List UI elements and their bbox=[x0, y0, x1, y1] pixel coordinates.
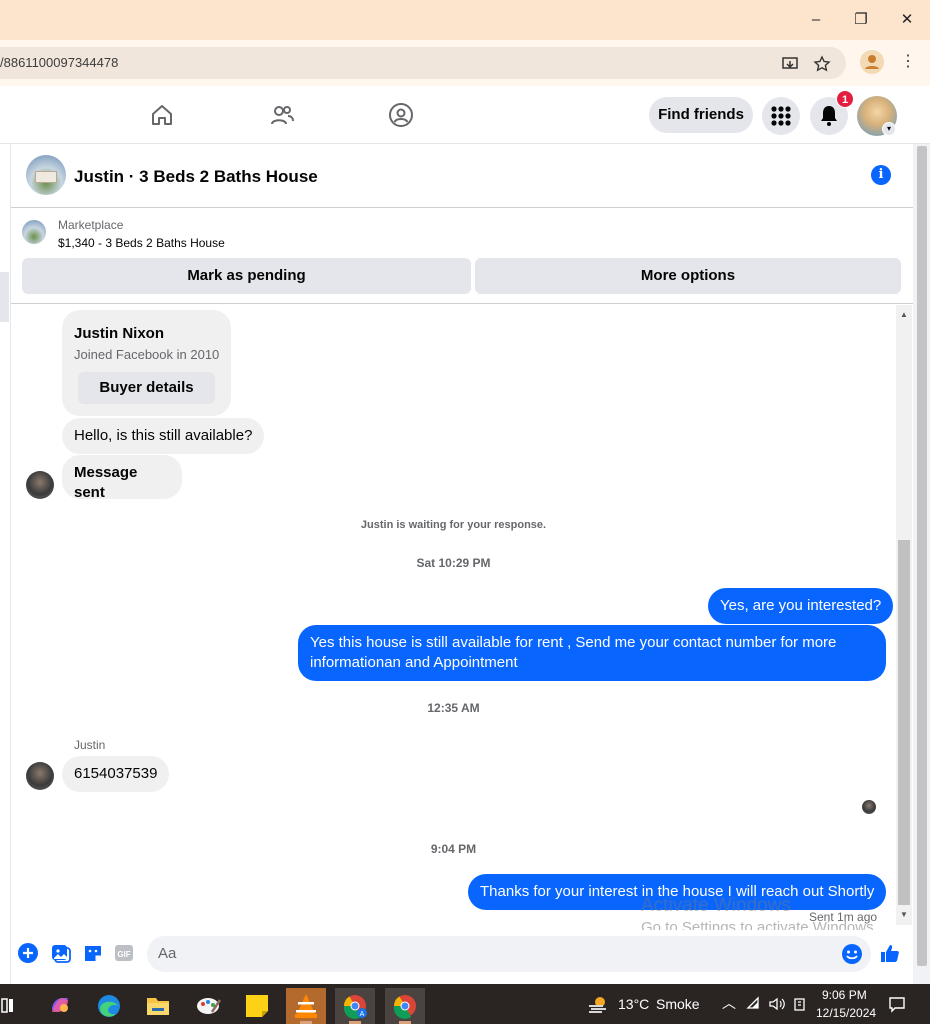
message-incoming[interactable]: 6154037539 bbox=[62, 756, 170, 792]
bookmark-star-icon[interactable] bbox=[813, 55, 831, 73]
message-outgoing[interactable]: Yes this house is still available for re… bbox=[298, 625, 886, 681]
scroll-down-arrow-icon[interactable]: ▼ bbox=[898, 909, 910, 921]
info-icon[interactable]: i bbox=[871, 165, 891, 185]
timestamp: 9:04 PM bbox=[430, 842, 477, 856]
background-scrollbar[interactable] bbox=[0, 272, 9, 322]
message-incoming[interactable]: Message sent bbox=[62, 455, 182, 501]
copilot-icon[interactable] bbox=[40, 988, 80, 1024]
sticky-notes-icon[interactable] bbox=[237, 988, 277, 1024]
battery-plug-icon[interactable] bbox=[792, 996, 808, 1012]
listing-avatar[interactable] bbox=[26, 155, 66, 195]
browser-profile-icon[interactable] bbox=[860, 50, 884, 74]
minimize-button[interactable]: – bbox=[802, 8, 830, 32]
message-incoming[interactable]: Hello, is this still available? bbox=[62, 418, 265, 454]
sticker-icon[interactable] bbox=[82, 942, 104, 964]
chrome-profile-a-icon[interactable]: A bbox=[335, 988, 375, 1024]
chevron-up-icon[interactable]: ︿ bbox=[722, 993, 736, 1013]
sent-status: Sent 1m ago bbox=[809, 910, 878, 924]
timestamp: Sat 10:29 PM bbox=[416, 556, 491, 570]
background-page-edge bbox=[0, 144, 11, 984]
weather-temp[interactable]: 13°C bbox=[618, 996, 649, 1012]
chat-title[interactable]: Justin · 3 Beds 2 Baths House bbox=[74, 167, 318, 187]
chat-header: Justin · 3 Beds 2 Baths House i bbox=[11, 144, 913, 208]
notification-badge: 1 bbox=[836, 90, 854, 108]
svg-text:A: A bbox=[360, 1011, 365, 1018]
scroll-up-arrow-icon[interactable]: ▲ bbox=[898, 309, 910, 321]
chevron-down-icon[interactable]: ▾ bbox=[882, 122, 896, 136]
more-options-button[interactable]: More options bbox=[475, 258, 901, 294]
avatar[interactable] bbox=[26, 471, 54, 499]
weather-smoke-icon[interactable] bbox=[586, 993, 610, 1017]
task-view-icon[interactable] bbox=[0, 988, 30, 1024]
message-thread: Justin Nixon Joined Facebook in 2010 Buy… bbox=[11, 305, 896, 930]
avatar[interactable] bbox=[26, 762, 54, 790]
file-explorer-icon[interactable] bbox=[138, 988, 178, 1024]
waiting-notice: Justin is waiting for your response. bbox=[360, 519, 547, 531]
message-input[interactable]: Aa bbox=[147, 936, 871, 972]
timestamp: 12:35 AM bbox=[427, 701, 480, 715]
browser-menu-icon[interactable]: ⋮ bbox=[898, 52, 918, 72]
close-window-button[interactable]: ✕ bbox=[893, 8, 921, 32]
facebook-top-nav: Find friends 1 ▾ bbox=[0, 86, 930, 144]
weather-description[interactable]: Smoke bbox=[656, 996, 700, 1012]
buyer-joined-text: Joined Facebook in 2010 bbox=[74, 347, 220, 362]
restore-button[interactable]: ❐ bbox=[847, 8, 875, 32]
marketplace-label: Marketplace bbox=[58, 218, 124, 232]
seen-receipt-avatar bbox=[862, 800, 876, 814]
menu-grid-button[interactable] bbox=[762, 97, 800, 135]
sender-name: Justin bbox=[74, 738, 106, 752]
message-outgoing[interactable]: Yes, are you interested? bbox=[708, 588, 894, 624]
buyer-details-button[interactable]: Buyer details bbox=[78, 372, 215, 404]
buyer-name: Justin Nixon bbox=[74, 325, 165, 342]
mark-as-pending-button[interactable]: Mark as pending bbox=[22, 258, 471, 294]
listing-thumbnail[interactable] bbox=[22, 220, 46, 244]
plus-circle-icon[interactable] bbox=[17, 942, 39, 964]
address-bar: /8861100097344478 bbox=[0, 40, 930, 86]
clock-date[interactable]: 12/15/2024 bbox=[816, 1006, 876, 1020]
listing-price-title[interactable]: $1,340 - 3 Beds 2 Baths House bbox=[58, 236, 225, 250]
find-friends-button[interactable]: Find friends bbox=[649, 97, 753, 133]
activate-windows-watermark: Activate Windows bbox=[641, 895, 791, 916]
gif-icon[interactable]: GIF bbox=[113, 942, 135, 964]
home-icon[interactable] bbox=[149, 102, 175, 128]
windows-taskbar: A 13°C Smoke ︿ 9:06 PM 12/15/2024 bbox=[0, 984, 930, 1024]
clock-time[interactable]: 9:06 PM bbox=[822, 988, 867, 1002]
message-composer: GIF Aa bbox=[11, 930, 913, 984]
volume-icon[interactable] bbox=[768, 996, 786, 1012]
url-field[interactable]: /8861100097344478 bbox=[0, 47, 846, 79]
wifi-icon[interactable] bbox=[746, 996, 762, 1012]
edge-icon[interactable] bbox=[89, 988, 129, 1024]
page-scrollbar-thumb[interactable] bbox=[917, 146, 927, 966]
chrome-icon[interactable] bbox=[385, 988, 425, 1024]
groups-icon[interactable] bbox=[388, 102, 414, 128]
friends-icon[interactable] bbox=[269, 102, 295, 128]
buyer-info-card: Justin Nixon Joined Facebook in 2010 Buy… bbox=[62, 310, 231, 416]
marketplace-listing-bar: Marketplace $1,340 - 3 Beds 2 Baths Hous… bbox=[11, 208, 913, 304]
emoji-icon[interactable] bbox=[841, 943, 863, 965]
vlc-icon[interactable] bbox=[286, 988, 326, 1024]
notification-center-icon[interactable] bbox=[888, 995, 906, 1013]
thumbs-up-icon[interactable] bbox=[879, 942, 901, 964]
message-input-placeholder: Aa bbox=[158, 945, 177, 962]
url-text: /8861100097344478 bbox=[0, 55, 119, 70]
browser-titlebar: – ❐ ✕ bbox=[0, 0, 930, 40]
photo-icon[interactable] bbox=[50, 942, 72, 964]
grid-icon bbox=[771, 106, 791, 126]
install-app-icon[interactable] bbox=[781, 55, 799, 73]
paint-icon[interactable] bbox=[188, 988, 228, 1024]
svg-text:GIF: GIF bbox=[117, 950, 130, 959]
thread-scrollbar-thumb[interactable] bbox=[898, 540, 910, 905]
